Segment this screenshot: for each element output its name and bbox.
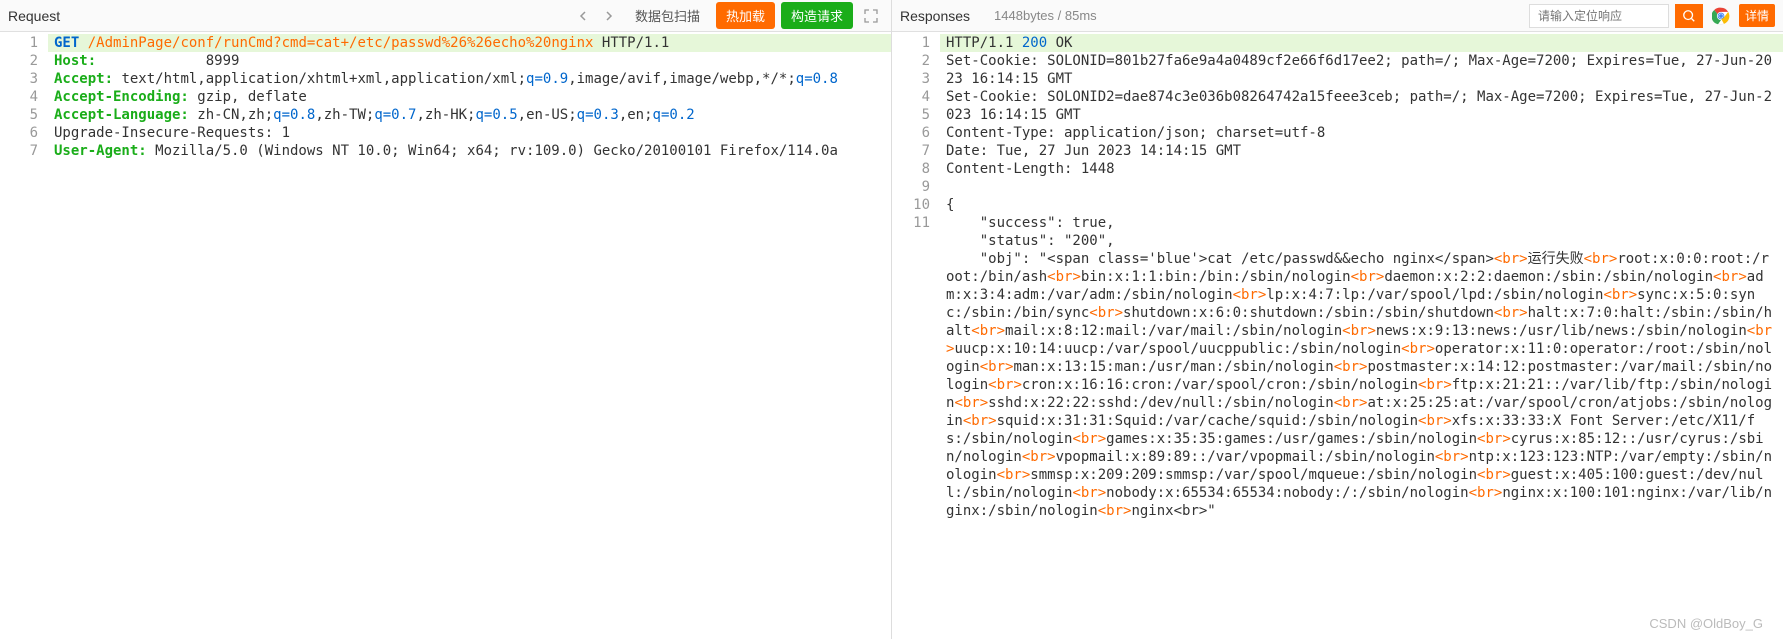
code-line[interactable]: "success": true, [940, 214, 1783, 232]
code-line[interactable]: Content-Length: 1448 [940, 160, 1783, 178]
build-request-button[interactable]: 构造请求 [781, 2, 853, 29]
response-code-area[interactable]: 1234567891011 HTTP/1.1 200 OKSet-Cookie:… [892, 32, 1783, 639]
response-search-input[interactable] [1529, 4, 1669, 28]
code-line[interactable]: { [940, 196, 1783, 214]
code-line[interactable]: HTTP/1.1 200 OK [940, 34, 1783, 52]
code-line[interactable]: Host: 8999 [48, 52, 891, 70]
request-title: Request [8, 8, 70, 24]
chrome-icon[interactable] [1709, 4, 1733, 28]
detail-button[interactable]: 详情 [1739, 4, 1775, 27]
search-button[interactable] [1675, 4, 1703, 28]
code-line[interactable]: Set-Cookie: SOLONID2=dae874c3e036b082647… [940, 88, 1783, 124]
response-header: Responses 1448bytes / 85ms 详情 [892, 0, 1783, 32]
code-line[interactable]: Upgrade-Insecure-Requests: 1 [48, 124, 891, 142]
response-panel: Responses 1448bytes / 85ms 详情 1234567891… [892, 0, 1783, 639]
next-arrow-icon[interactable] [599, 6, 619, 26]
request-code[interactable]: GET /AdminPage/conf/runCmd?cmd=cat+/etc/… [48, 32, 891, 639]
code-line[interactable]: GET /AdminPage/conf/runCmd?cmd=cat+/etc/… [48, 34, 891, 52]
prev-arrow-icon[interactable] [573, 6, 593, 26]
code-line[interactable]: "status": "200", [940, 232, 1783, 250]
code-line[interactable]: Date: Tue, 27 Jun 2023 14:14:15 GMT [940, 142, 1783, 160]
request-gutter: 1234567 [0, 32, 48, 639]
response-code[interactable]: HTTP/1.1 200 OKSet-Cookie: SOLONID=801b2… [940, 32, 1783, 639]
request-panel: Request 数据包扫描 热加载 构造请求 1234567 GET /Admi… [0, 0, 892, 639]
code-line[interactable]: Accept-Language: zh-CN,zh;q=0.8,zh-TW;q=… [48, 106, 891, 124]
code-line[interactable]: Accept: text/html,application/xhtml+xml,… [48, 70, 891, 88]
request-header: Request 数据包扫描 热加载 构造请求 [0, 0, 891, 32]
code-line[interactable]: Accept-Encoding: gzip, deflate [48, 88, 891, 106]
expand-icon[interactable] [859, 4, 883, 28]
code-line[interactable]: "obj": "<span class='blue'>cat /etc/pass… [940, 250, 1783, 520]
response-gutter: 1234567891011 [892, 32, 940, 639]
hot-reload-button[interactable]: 热加载 [716, 2, 775, 29]
tab-packet-scan[interactable]: 数据包扫描 [625, 2, 710, 29]
code-line[interactable]: Content-Type: application/json; charset=… [940, 124, 1783, 142]
code-line[interactable] [940, 178, 1783, 196]
code-line[interactable]: User-Agent: Mozilla/5.0 (Windows NT 10.0… [48, 142, 891, 160]
code-line[interactable]: Set-Cookie: SOLONID=801b27fa6e9a4a0489cf… [940, 52, 1783, 88]
request-code-area[interactable]: 1234567 GET /AdminPage/conf/runCmd?cmd=c… [0, 32, 891, 639]
response-title: Responses [900, 8, 980, 24]
response-meta: 1448bytes / 85ms [986, 8, 1105, 23]
